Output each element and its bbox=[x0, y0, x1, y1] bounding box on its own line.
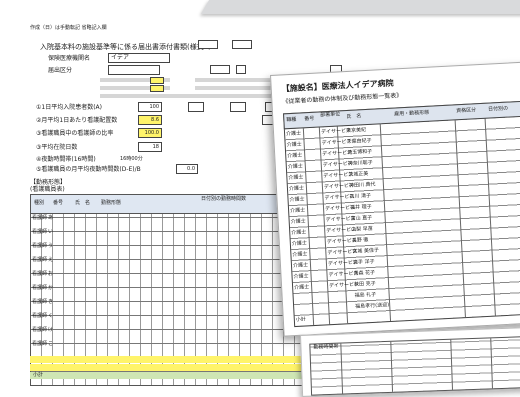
staff-name: く bbox=[48, 313, 54, 319]
list-item: 介護士 bbox=[289, 207, 306, 215]
list-item: 介護士 bbox=[291, 229, 307, 237]
highlight-field-3[interactable] bbox=[150, 85, 164, 92]
beds-count-field[interactable] bbox=[210, 65, 230, 74]
list-item: 介護士 bbox=[292, 251, 308, 259]
stay-label: ③平均在院日数 bbox=[36, 144, 78, 151]
duty-doc-title: 【施設名】医療法人イデア病院 bbox=[281, 78, 394, 94]
placeholder-line bbox=[100, 94, 300, 98]
shift-table bbox=[309, 335, 520, 396]
staffing-field-2[interactable] bbox=[230, 102, 246, 112]
list-item: 介護士 bbox=[287, 163, 304, 171]
staff-name: か bbox=[48, 285, 54, 291]
total-row: 小計 bbox=[30, 372, 340, 379]
table-row: 看護師 bbox=[32, 243, 48, 249]
monthly-label: ⑤看護職員の月平均夜勤時間数(D-E)/B bbox=[36, 166, 141, 173]
duty-doc-subtitle: 《従業者の勤務の体制及び勤務形態一覧表》 bbox=[282, 92, 403, 106]
staff-name: 東京美紀 bbox=[345, 127, 367, 135]
list-item: 介護士 bbox=[292, 262, 309, 270]
night-label: ④夜勤時間帯(16時間) bbox=[36, 156, 96, 163]
duty-table bbox=[283, 100, 520, 328]
table-row: 看護師 bbox=[32, 257, 48, 263]
staff-name: あ bbox=[48, 215, 54, 221]
check-box-1[interactable] bbox=[236, 65, 246, 74]
ratio-field[interactable]: 100.0 bbox=[138, 128, 162, 138]
shift-header: 勤務時間帯 bbox=[313, 343, 339, 351]
header-caption: 作成（日）は手動転記 省略記入欄 bbox=[30, 25, 107, 31]
staff-name: お bbox=[48, 271, 54, 277]
table-row: 看護師 bbox=[32, 327, 48, 333]
staff-name: い bbox=[48, 229, 54, 235]
ratio-label: ③看護職員中の看護師の比率 bbox=[36, 130, 114, 137]
list-item: 介護士 bbox=[289, 196, 305, 204]
staff-section-subtitle: (看護職員表) bbox=[30, 186, 65, 193]
stay-field[interactable]: 18 bbox=[138, 142, 162, 152]
list-item: 介護士 bbox=[291, 240, 308, 248]
duty-schedule-document: 【施設名】医療法人イデア病院 《従業者の勤務の体制及び勤務形態一覧表》 職種 番… bbox=[270, 61, 520, 337]
duty-total-label: 小計 bbox=[295, 316, 307, 323]
table-row: 看護師 bbox=[32, 229, 48, 235]
table-row: 看護師 bbox=[32, 341, 48, 347]
notification-label: 届出区分 bbox=[48, 67, 73, 74]
highlight-row bbox=[30, 356, 340, 363]
staff-name: え bbox=[48, 257, 54, 263]
staff-name: き bbox=[48, 299, 54, 305]
staff-name: 長野 徹 bbox=[351, 237, 369, 244]
list-item: 介護士 bbox=[288, 185, 305, 193]
table-row: 看護師 bbox=[32, 215, 48, 221]
table-row: 看護師 bbox=[32, 271, 48, 277]
table-row: 看護師 bbox=[32, 299, 48, 305]
staff-name: け bbox=[48, 327, 54, 333]
form-title: 入院基本料の施設基準等に係る届出書添付書類(様式9) bbox=[40, 43, 211, 51]
month-field[interactable] bbox=[232, 40, 252, 49]
night-time: 16時00分 bbox=[120, 156, 143, 162]
staff-name: う bbox=[48, 243, 54, 249]
list-item: 介護士 bbox=[294, 284, 310, 292]
nurses-label: ②月平均1日あたり看護配置数 bbox=[36, 117, 118, 124]
table-row: 看護師 bbox=[32, 313, 48, 319]
list-item: 介護士 bbox=[288, 174, 304, 182]
list-item: 介護士 bbox=[286, 141, 302, 149]
list-item: 介護士 bbox=[290, 218, 306, 226]
nurses-field[interactable]: 8.6 bbox=[138, 115, 162, 125]
highlight-field-1[interactable] bbox=[150, 77, 164, 84]
staffing-field[interactable] bbox=[188, 102, 204, 112]
facility-label: 保険医療機関名 bbox=[48, 55, 91, 62]
year-field[interactable] bbox=[198, 40, 218, 49]
shift-time-document: 勤務時間帯 bbox=[300, 326, 520, 397]
staff-name: こ bbox=[48, 341, 54, 347]
staff-name: 茨城正美 bbox=[348, 170, 369, 179]
beds-label: ①1日平均入院患者数(A) bbox=[36, 104, 102, 111]
monthly-field[interactable]: 0.0 bbox=[176, 164, 198, 174]
list-item: 介護士 bbox=[287, 152, 303, 160]
notification-field[interactable] bbox=[108, 65, 160, 75]
table-row: 看護師 bbox=[32, 285, 48, 291]
highlight-row bbox=[30, 364, 340, 371]
facility-field[interactable]: イデア bbox=[108, 53, 170, 63]
list-item: 介護士 bbox=[285, 130, 302, 138]
beds-field[interactable]: 100 bbox=[138, 102, 162, 112]
list-item: 介護士 bbox=[293, 273, 309, 281]
